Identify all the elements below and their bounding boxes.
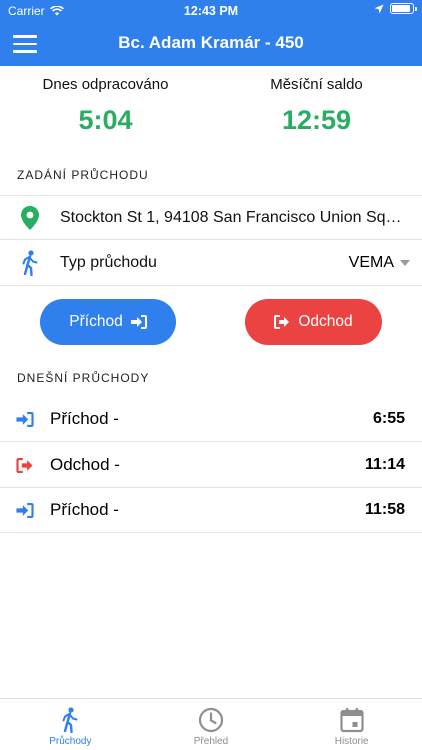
tab-overview[interactable]: Přehled [141,699,282,750]
passage-type-value: VEMA [348,254,394,271]
calendar-icon [340,708,364,733]
page-title: Bc. Adam Kramár - 450 [118,33,304,52]
clock-icon [198,707,224,733]
today-section-title: DNEŠNÍ PRŮCHODY [17,371,150,385]
passage-entry-time: 11:14 [364,456,405,473]
tab-history-label: Historie [334,736,369,747]
status-right [374,3,417,14]
arrival-button-label: Příchod [69,313,123,330]
sign-out-icon [0,457,50,473]
passage-type-label: Typ průchodu [60,254,157,271]
passage-entry[interactable]: Odchod - 11:14 [0,443,422,488]
tab-passages[interactable]: Průchody [0,699,141,750]
tab-history[interactable]: Historie [281,699,422,750]
passage-type-select[interactable]: VEMA [349,254,410,272]
tab-overview-label: Přehled [193,736,229,747]
location-arrow-icon [374,4,384,13]
app-screen: Carrier 12:43 PM Bc. Adam Kramár - 450 D… [0,0,422,750]
sign-in-icon [0,411,50,427]
tab-bar: Průchody Přehled Historie [0,698,422,750]
top-bar: Carrier 12:43 PM Bc. Adam Kramár - 450 [0,0,422,66]
passage-entry-label: Odchod - [50,455,120,474]
passage-entry[interactable]: Příchod - 6:55 [0,397,422,442]
tab-passages-label: Průchody [49,736,92,747]
monthly-balance: Měsíční saldo 12:59 [211,76,422,136]
map-pin-icon [0,205,60,230]
worked-today: Dnes odpracováno 5:04 [0,76,211,136]
passage-type-row[interactable]: Typ průchodu VEMA [0,241,422,286]
battery-icon [390,3,417,14]
location-text: Stockton St 1, 94108 San Francisco Union… [60,208,406,226]
passage-entry-time: 6:55 [372,410,405,427]
arrival-button[interactable]: Příchod [40,299,176,345]
status-time: 12:43 PM [183,4,239,18]
dropdown-arrow-icon [400,260,410,266]
monthly-balance-label: Měsíční saldo [270,76,363,93]
walking-person-icon [0,250,60,276]
entry-section-title: ZADÁNÍ PRŮCHODU [17,168,149,182]
status-bar: Carrier 12:43 PM [0,0,422,22]
navigation-bar: Bc. Adam Kramár - 450 [0,22,422,66]
monthly-balance-value: 12:59 [281,105,352,135]
walking-person-icon [62,707,78,733]
passage-entry[interactable]: Příchod - 11:58 [0,488,422,533]
worked-today-label: Dnes odpracováno [42,76,169,93]
departure-button[interactable]: Odchod [245,299,382,345]
worked-today-value: 5:04 [78,105,133,135]
sign-in-icon [0,502,50,518]
passage-entry-label: Příchod - [50,500,119,519]
sign-in-icon [130,315,147,329]
location-row[interactable]: Stockton St 1, 94108 San Francisco Union… [0,195,422,240]
passage-entry-time: 11:58 [364,501,405,518]
passage-entry-label: Příchod - [50,409,119,428]
sign-out-icon [274,315,290,329]
summary-panel: Dnes odpracováno 5:04 Měsíční saldo 12:5… [0,66,422,152]
departure-button-label: Odchod [298,313,353,330]
